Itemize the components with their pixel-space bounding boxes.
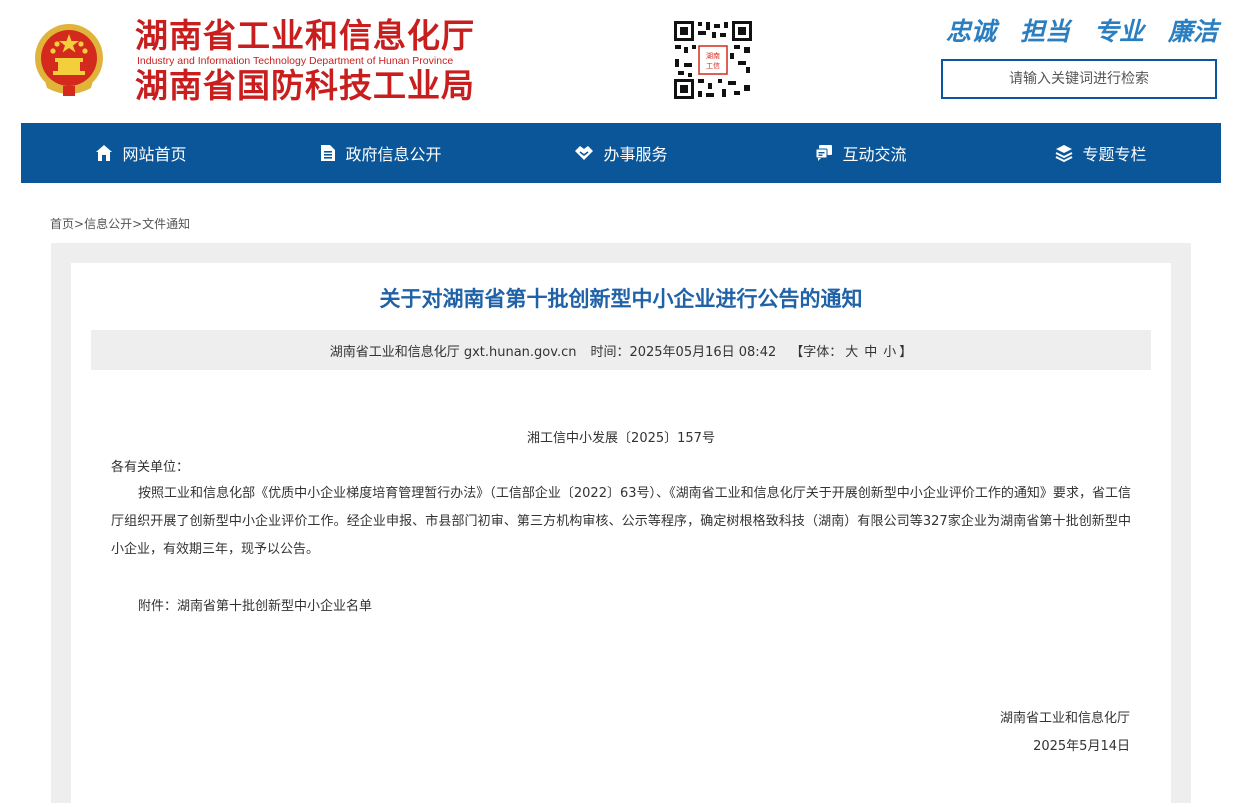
document-icon: [321, 145, 336, 161]
handshake-icon: [575, 146, 594, 160]
breadcrumb-separator: >: [132, 217, 143, 231]
svg-text:工信: 工信: [706, 61, 720, 70]
site-title-secondary: 湖南省国防科技工业局: [135, 66, 475, 105]
attachment-link[interactable]: 附件：湖南省第十批创新型中小企业名单: [138, 595, 372, 614]
slogan-responsibility: 担当: [1019, 17, 1070, 46]
slogan-loyalty: 忠诚: [946, 17, 997, 46]
nav-item-gov-info[interactable]: 政府信息公开: [261, 123, 501, 183]
search-box: [941, 59, 1217, 99]
article-title: 关于对湖南省第十批创新型中小企业进行公告的通知: [379, 287, 863, 311]
font-size-label-end: 】: [899, 344, 913, 360]
article-body-paragraph: 按照工业和信息化部《优质中小企业梯度培育管理暂行办法》（工信部企业〔2022〕6…: [111, 486, 1131, 557]
chat-icon: [815, 145, 833, 161]
article-meta-bar: 湖南省工业和信息化厅 gxt.hunan.gov.cn 时间：2025年05月1…: [91, 330, 1151, 370]
breadcrumb-separator: >: [74, 217, 85, 231]
article-source: 湖南省工业和信息化厅 gxt.hunan.gov.cn: [329, 344, 577, 360]
salutation: 各有关单位：: [111, 460, 190, 475]
font-size-label: 【字体：: [790, 344, 843, 360]
home-icon: [96, 145, 113, 161]
site-title-primary: 湖南省工业和信息化厅: [135, 16, 475, 55]
document-number: 湘工信中小发展〔2025〕157号: [527, 431, 715, 446]
main-nav: 网站首页 政府信息公开 办事服务 互动交流 专题专栏: [21, 123, 1221, 183]
nav-item-services[interactable]: 办事服务: [501, 123, 741, 183]
layers-icon: [1056, 145, 1073, 162]
nav-label: 政府信息公开: [345, 145, 442, 164]
slogan-bar: 忠诚 担当 专业 廉洁: [946, 18, 1218, 46]
breadcrumb-home[interactable]: 首页: [50, 217, 74, 231]
slogan-integrity: 廉洁: [1167, 17, 1218, 46]
nav-label: 互动交流: [842, 145, 907, 164]
nav-label: 网站首页: [122, 145, 187, 164]
qr-code-icon: 湖南 工信: [672, 19, 754, 101]
signature-organization: 湖南省工业和信息化厅: [999, 711, 1130, 726]
font-size-small-button[interactable]: 小: [883, 341, 896, 360]
national-emblem-icon: [33, 22, 105, 98]
breadcrumb-info-public[interactable]: 信息公开: [84, 217, 132, 231]
nav-label: 办事服务: [603, 145, 668, 164]
breadcrumb-notices[interactable]: 文件通知: [142, 217, 190, 231]
search-input[interactable]: [943, 60, 1215, 98]
svg-text:湖南: 湖南: [706, 51, 720, 60]
font-size-large-button[interactable]: 大: [845, 341, 858, 360]
slogan-professional: 专业: [1093, 17, 1144, 46]
nav-item-home[interactable]: 网站首页: [21, 123, 261, 183]
font-size-medium-button[interactable]: 中: [864, 341, 877, 360]
site-title-english: Industry and Information Technology Depa…: [137, 55, 454, 67]
signature-date: 2025年5月14日: [1033, 739, 1130, 754]
breadcrumb: 首页>信息公开>文件通知: [50, 215, 190, 232]
article-time: 时间：2025年05月16日 08:42: [590, 344, 777, 360]
nav-label: 专题专栏: [1082, 145, 1147, 164]
nav-item-interaction[interactable]: 互动交流: [741, 123, 981, 183]
nav-item-topics[interactable]: 专题专栏: [981, 123, 1221, 183]
